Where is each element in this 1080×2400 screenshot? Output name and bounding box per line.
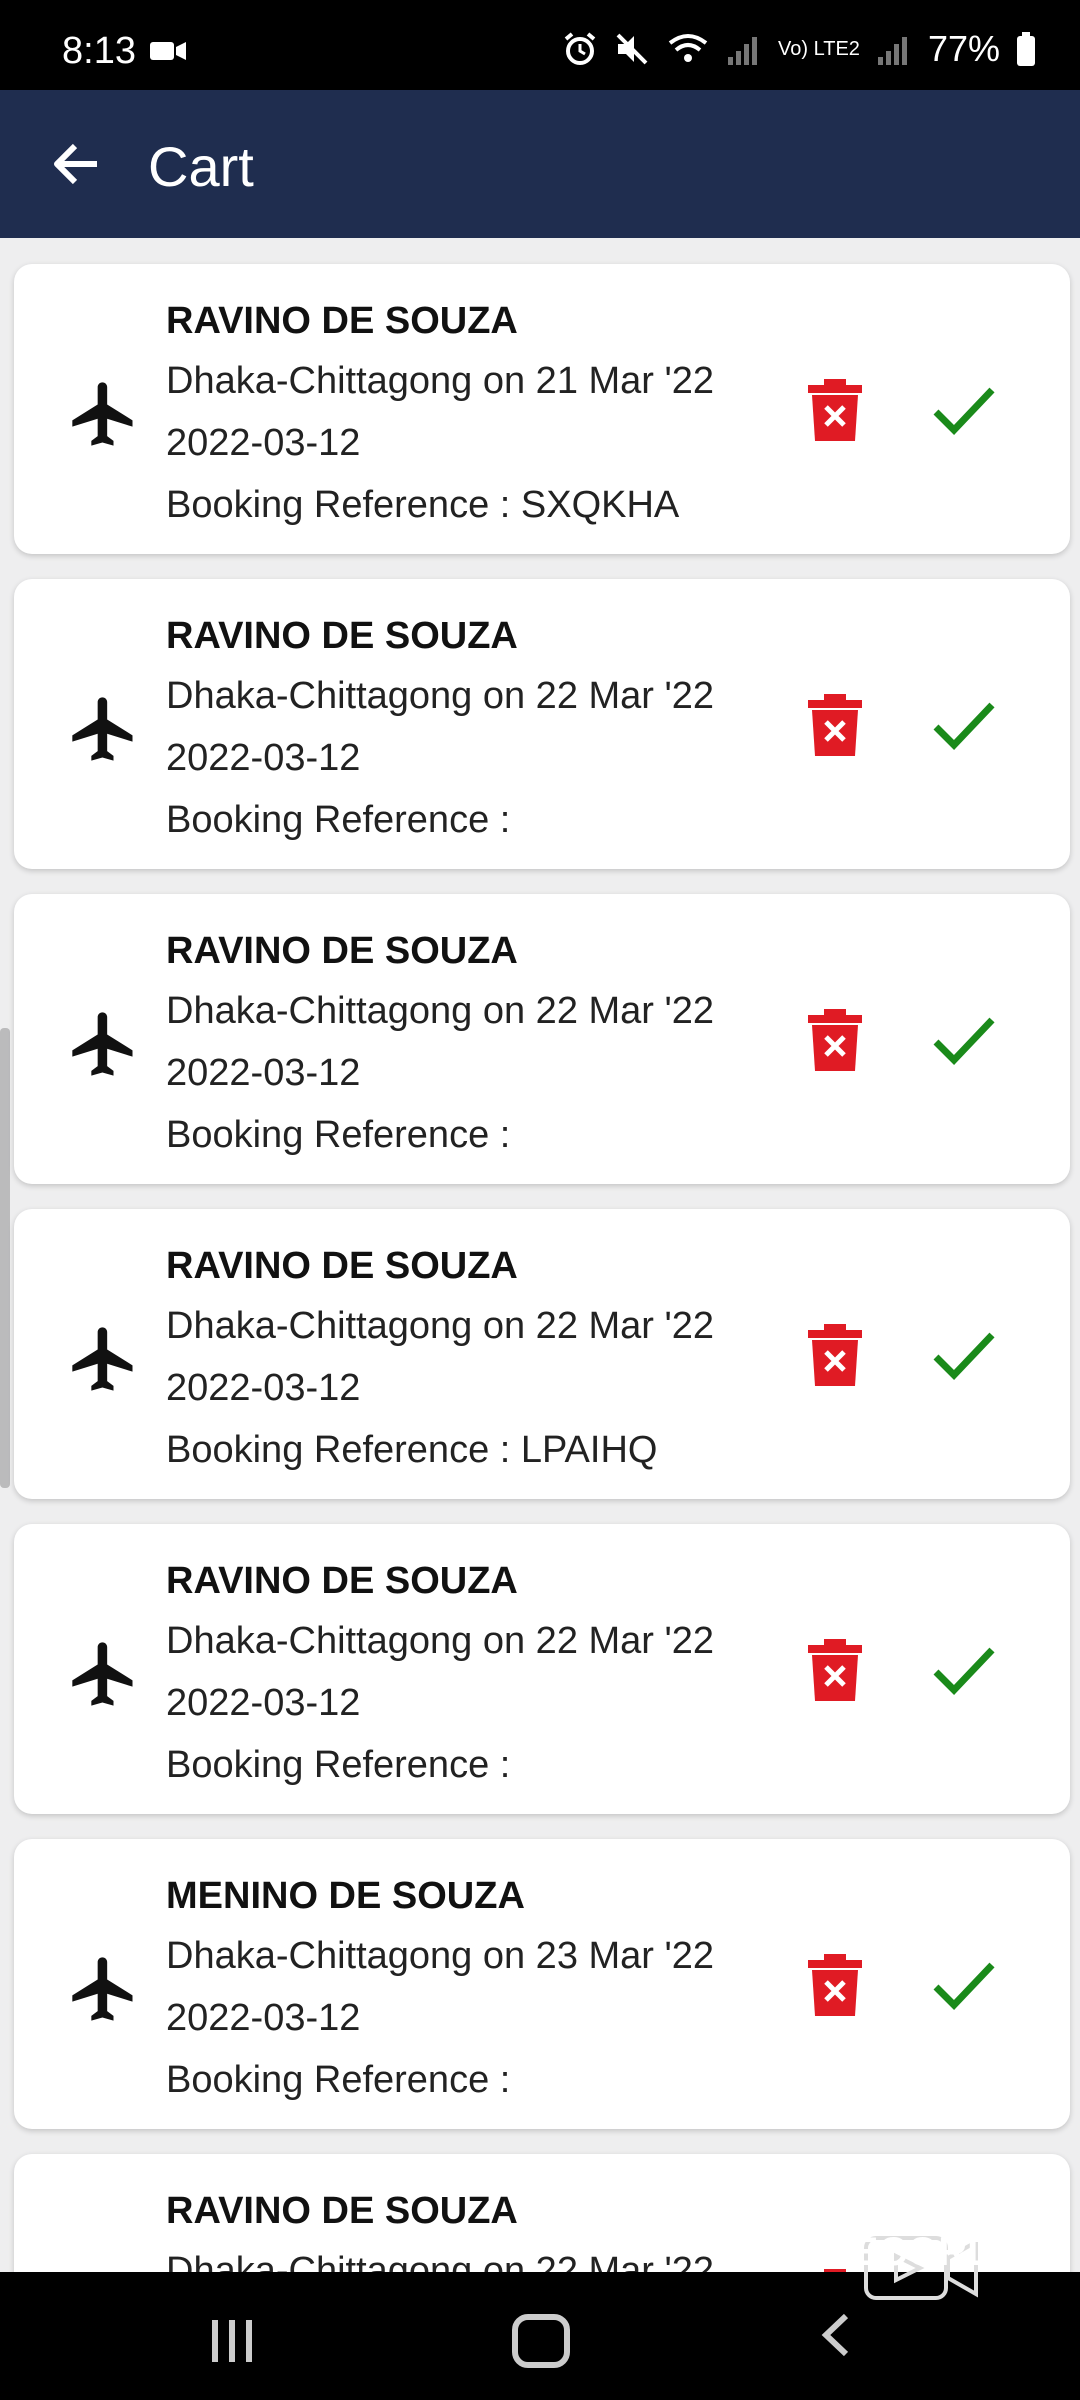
route-text: Dhaka-Chittagong on 21 Mar '22 [166, 360, 715, 402]
arrow-left-icon [54, 143, 97, 185]
signal-icon [728, 37, 758, 65]
page-title: Cart [148, 135, 254, 198]
network-label: Vo) LTE2 [778, 38, 860, 60]
passenger-name: RAVINO DE SOUZA [166, 1560, 518, 1602]
status-time: 8:13 [62, 30, 136, 72]
airplane-icon [66, 1006, 142, 1082]
route-text: Dhaka-Chittagong on 22 Mar '22 [166, 1305, 715, 1347]
booking-date: 2022-03-12 [166, 1052, 361, 1094]
signal-icon-2 [877, 37, 907, 65]
delete-button[interactable] [806, 694, 864, 756]
airplane-icon [66, 1321, 142, 1397]
route-text: Dhaka-Chittagong on 22 Mar '22 [166, 2250, 715, 2272]
passenger-name: RAVINO DE SOUZA [166, 1245, 518, 1287]
app-bar: Cart [0, 90, 1080, 238]
recorder-watermark: VRECORDER [796, 2230, 1052, 2274]
battery-icon [1017, 32, 1035, 66]
delete-button[interactable] [806, 1009, 864, 1071]
nav-back-icon[interactable] [820, 2312, 850, 2358]
scrollbar[interactable] [0, 1028, 10, 1488]
cart-item-card[interactable]: RAVINO DE SOUZA Dhaka-Chittagong on 22 Ma… [14, 1524, 1070, 1814]
cart-item-card[interactable]: RAVINO DE SOUZA Dhaka-Chittagong on 22 Ma… [14, 894, 1070, 1184]
battery-percent: 77% [927, 28, 1000, 69]
airplane-icon [66, 691, 142, 767]
booking-reference-label: Booking Reference : [166, 1744, 511, 1786]
airplane-icon [66, 376, 142, 452]
booking-reference: Booking Reference : LPAIHQ [166, 1429, 657, 1472]
booking-reference: Booking Reference : [166, 2059, 510, 2102]
airplane-icon [66, 1951, 142, 2027]
confirm-button[interactable] [932, 1959, 996, 2011]
booking-date: 2022-03-12 [166, 737, 361, 779]
route-text: Dhaka-Chittagong on 22 Mar '22 [166, 675, 715, 717]
booking-date: 2022-03-12 [166, 1367, 361, 1409]
wifi-icon [668, 34, 708, 62]
route-text: Dhaka-Chittagong on 22 Mar '22 [166, 1620, 715, 1662]
confirm-button[interactable] [932, 1014, 996, 1066]
booking-reference-value: LPAIHQ [520, 1429, 658, 1471]
confirm-button[interactable] [932, 1644, 996, 1696]
delete-button[interactable] [806, 1954, 864, 2016]
booking-date: 2022-03-12 [166, 1997, 361, 2039]
passenger-name: RAVINO DE SOUZA [166, 930, 518, 972]
route-text: Dhaka-Chittagong on 23 Mar '22 [166, 1935, 715, 1977]
mute-icon [616, 33, 648, 65]
delete-button[interactable] [806, 379, 864, 441]
passenger-name: RAVINO DE SOUZA [166, 2190, 518, 2232]
alarm-icon [564, 32, 596, 65]
passenger-name: RAVINO DE SOUZA [166, 300, 518, 342]
route-text: Dhaka-Chittagong on 22 Mar '22 [166, 990, 715, 1032]
delete-button[interactable] [806, 1639, 864, 1701]
booking-reference: Booking Reference : SXQKHA [166, 484, 679, 527]
booking-date: 2022-03-12 [166, 422, 361, 464]
booking-reference-label: Booking Reference : [166, 1429, 511, 1471]
confirm-button[interactable] [932, 384, 996, 436]
recent-apps-icon[interactable] [208, 2318, 256, 2364]
back-button[interactable] [40, 128, 112, 200]
delete-button[interactable] [806, 1324, 864, 1386]
video-camera-icon [150, 42, 186, 60]
cart-item-card[interactable]: RAVINO DE SOUZA Dhaka-Chittagong on 22 Ma… [14, 1209, 1070, 1499]
airplane-icon [66, 1636, 142, 1712]
booking-date: 2022-03-12 [166, 1682, 361, 1724]
cart-item-card[interactable]: MENINO DE SOUZA Dhaka-Chittagong on 23 Ma… [14, 1839, 1070, 2129]
confirm-button[interactable] [932, 699, 996, 751]
booking-reference-label: Booking Reference : [166, 799, 511, 841]
cart-list[interactable]: RAVINO DE SOUZA Dhaka-Chittagong on 21 Ma… [0, 238, 1080, 2272]
status-icons: Vo) LTE2 77% [562, 28, 1036, 70]
passenger-name: MENINO DE SOUZA [166, 1875, 525, 1917]
booking-reference-value: SXQKHA [520, 484, 680, 526]
booking-reference: Booking Reference : [166, 1744, 510, 1787]
booking-reference: Booking Reference : [166, 799, 510, 842]
confirm-button[interactable] [932, 1329, 996, 1381]
booking-reference: Booking Reference : [166, 1114, 510, 1157]
booking-reference-label: Booking Reference : [166, 2059, 511, 2101]
status-bar: 8:13 Vo) LTE2 77% [0, 0, 1080, 90]
booking-reference-label: Booking Reference : [166, 1114, 511, 1156]
cart-item-card[interactable]: RAVINO DE SOUZA Dhaka-Chittagong on 21 Ma… [14, 264, 1070, 554]
booking-reference-label: Booking Reference : [166, 484, 511, 526]
home-button[interactable] [512, 2314, 570, 2368]
cart-item-card[interactable]: RAVINO DE SOUZA Dhaka-Chittagong on 22 Ma… [14, 579, 1070, 869]
passenger-name: RAVINO DE SOUZA [166, 615, 518, 657]
